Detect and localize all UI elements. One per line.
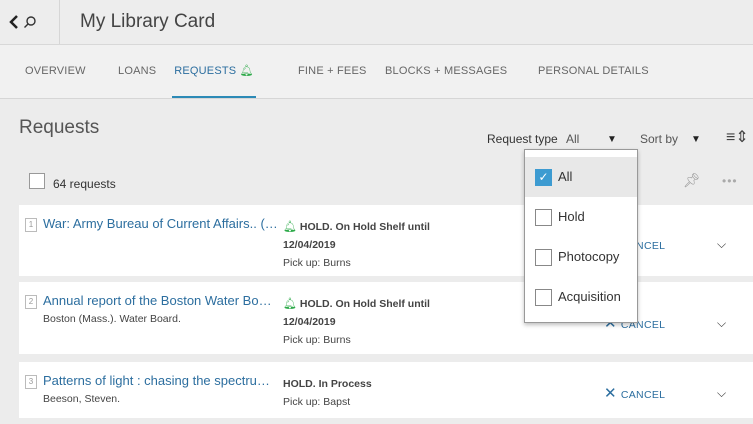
item-author: Boston (Mass.). Water Board. (43, 313, 181, 325)
tab-requests-label: REQUESTS (174, 65, 237, 77)
status-text: HOLD. On Hold Shelf until (299, 298, 430, 310)
search-icon (24, 16, 36, 28)
list-item[interactable]: 3 Patterns of light : chasing the spectr… (19, 362, 753, 418)
option-label: Photocopy (558, 249, 620, 264)
close-icon: ✕ (604, 385, 617, 402)
list-item[interactable]: 1 War: Army Bureau of Current Affairs.. … (19, 205, 753, 276)
bell-icon: 🔔︎ (283, 221, 297, 233)
caret-down-icon[interactable]: ▼ (607, 134, 617, 145)
checkbox[interactable] (535, 289, 552, 306)
option-label: Hold (558, 209, 585, 224)
back-button[interactable] (8, 10, 48, 34)
dropdown-option-photocopy[interactable]: Photocopy (525, 237, 637, 277)
item-author: Beeson, Steven. (43, 393, 121, 405)
chevron-down-icon[interactable]: ⌵ (717, 237, 726, 252)
tab-personal-details[interactable]: PERSONAL DETAILS (538, 45, 649, 98)
request-type-label: Request type (487, 132, 558, 146)
tab-overview[interactable]: OVERVIEW (25, 45, 86, 98)
item-status: 🔔︎ HOLD. On Hold Shelf until 12/04/2019 … (283, 218, 430, 272)
tab-requests[interactable]: REQUESTS 🔔︎ (172, 45, 256, 98)
header-divider (59, 0, 60, 44)
bell-icon: 🔔︎ (283, 298, 297, 310)
status-date: 12/04/2019 (283, 239, 336, 251)
pickup-location: Pick up: Burns (283, 334, 351, 346)
chevron-down-icon[interactable]: ⌵ (717, 316, 726, 331)
item-status: 🔔︎ HOLD. On Hold Shelf until 12/04/2019 … (283, 295, 430, 349)
checkbox-checked[interactable]: ✓ (535, 169, 552, 186)
item-index: 3 (25, 375, 37, 389)
bell-icon: 🔔︎ (239, 65, 254, 77)
option-label: All (558, 169, 573, 184)
request-type-dropdown: ✓ All Hold Photocopy Acquisition (524, 149, 638, 323)
item-status: HOLD. In Process Pick up: Bapst (283, 375, 372, 411)
tab-blocks-messages[interactable]: BLOCKS + MESSAGES (385, 45, 507, 98)
chevron-down-icon[interactable]: ⌵ (717, 386, 726, 401)
caret-down-icon[interactable]: ▼ (691, 134, 701, 145)
requests-count: 64 requests (53, 177, 116, 191)
item-index: 2 (25, 295, 37, 309)
cancel-label: CANCEL (620, 389, 666, 401)
section-title: Requests (19, 117, 100, 138)
tab-fines-fees[interactable]: FINE + FEES (298, 45, 367, 98)
dropdown-option-acquisition[interactable]: Acquisition (525, 277, 637, 317)
checkbox[interactable] (535, 209, 552, 226)
pin-icon[interactable]: 📌︎ (683, 172, 701, 189)
tab-bar: OVERVIEW LOANS REQUESTS 🔔︎ FINE + FEES B… (0, 45, 753, 99)
list-item[interactable]: 2 Annual report of the Boston Water Bo… … (19, 282, 753, 354)
item-index: 1 (25, 218, 37, 232)
request-type-select[interactable]: All (566, 132, 579, 146)
status-date: 12/04/2019 (283, 316, 336, 328)
item-title[interactable]: Patterns of light : chasing the spectru… (43, 373, 270, 388)
more-icon[interactable]: ••• (722, 174, 738, 188)
status-text: HOLD. On Hold Shelf until (299, 221, 430, 233)
app-header: My Library Card (0, 0, 753, 45)
page-title: My Library Card (80, 11, 216, 32)
sort-by-select[interactable]: Sort by (640, 132, 678, 146)
pickup-location: Pick up: Burns (283, 257, 351, 269)
dropdown-option-hold[interactable]: Hold (525, 197, 637, 237)
dropdown-option-all[interactable]: ✓ All (525, 157, 637, 197)
status-text: HOLD. In Process (283, 378, 372, 390)
tab-loans[interactable]: LOANS (118, 45, 156, 98)
option-label: Acquisition (558, 289, 621, 304)
chevron-left-icon (9, 15, 18, 29)
select-all-checkbox[interactable] (29, 173, 45, 189)
item-title[interactable]: Annual report of the Boston Water Bo… (43, 293, 272, 308)
checkbox[interactable] (535, 249, 552, 266)
pickup-location: Pick up: Bapst (283, 396, 351, 408)
item-title[interactable]: War: Army Bureau of Current Affairs.. (… (43, 216, 278, 231)
cancel-button[interactable]: ✕CANCEL (604, 384, 665, 402)
sort-icon[interactable]: ≡⇕ (726, 127, 749, 147)
